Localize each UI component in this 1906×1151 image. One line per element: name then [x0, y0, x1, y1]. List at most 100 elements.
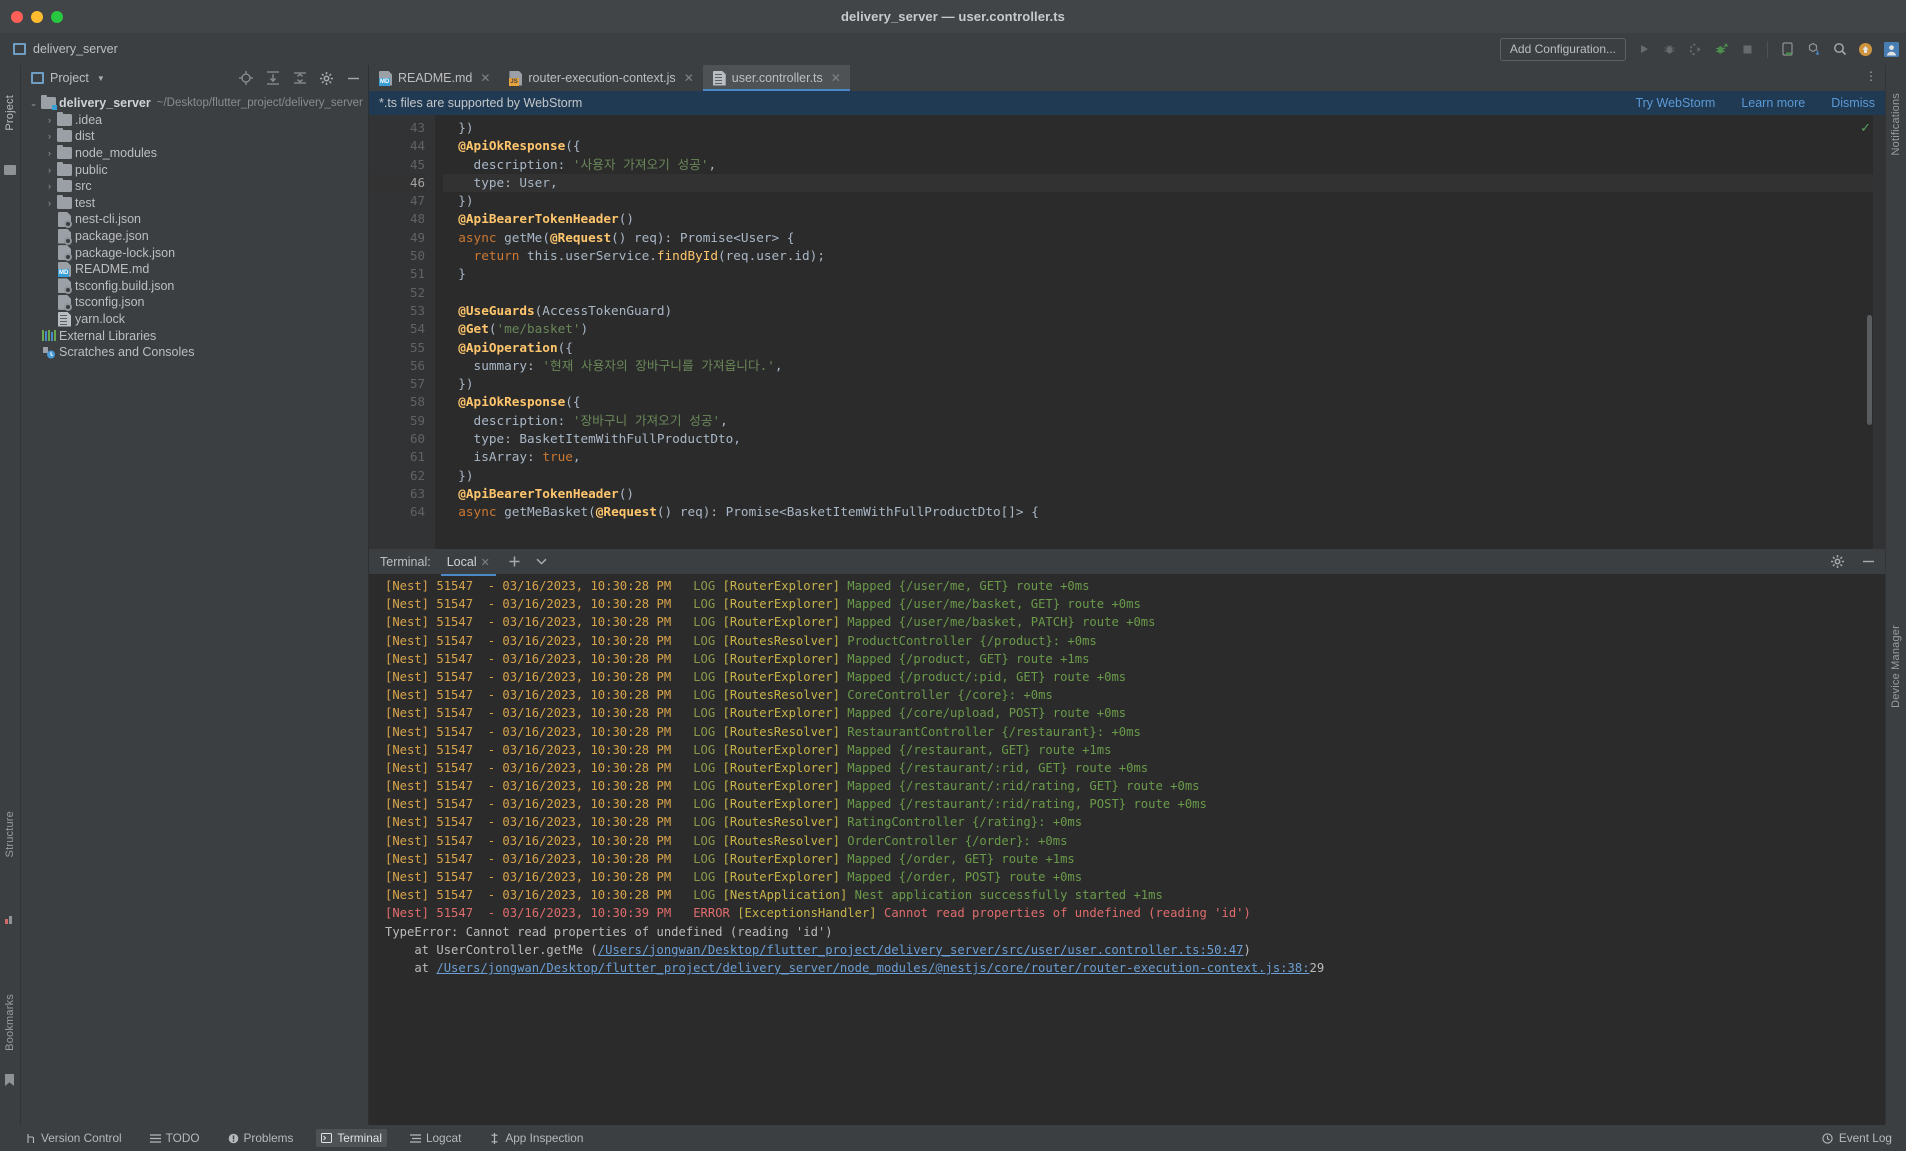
problems-rail-icon[interactable] [5, 914, 18, 925]
add-configuration-button[interactable]: Add Configuration... [1499, 37, 1626, 61]
code-line[interactable]: @ApiOkResponse({ [443, 137, 1885, 155]
code-line[interactable]: } [443, 265, 1885, 283]
inspection-ok-icon[interactable]: ✓ [1860, 120, 1871, 136]
code-line[interactable]: }) [443, 192, 1885, 210]
updates-icon[interactable] [1857, 41, 1874, 58]
code-line[interactable]: async getMe(@Request() req): Promise<Use… [443, 229, 1885, 247]
editor-tab-router-execution-context-js[interactable]: JS router-execution-context.js ✕ [499, 65, 702, 91]
rail-tab-structure[interactable]: Structure [4, 811, 16, 857]
chevron-right-icon[interactable]: › [43, 131, 56, 141]
minimize-icon[interactable] [1860, 553, 1877, 570]
search-everywhere-icon[interactable] [1831, 41, 1848, 58]
status-bar-item-terminal[interactable]: Terminal [316, 1129, 387, 1147]
stack-trace-link[interactable]: /Users/jongwan/Desktop/flutter_project/d… [436, 961, 1309, 975]
code-editor[interactable]: 43 44 45 46 47 48 49 50 51 52 53 54 55 56 57 58 59 60 61 62… [369, 115, 1885, 549]
expand-all-icon[interactable] [264, 70, 281, 87]
tree-item-dist[interactable]: › dist [21, 128, 368, 145]
code-text[interactable]: }) @ApiOkResponse({ description: '사용자 가져… [435, 115, 1885, 549]
gear-icon[interactable] [318, 70, 335, 87]
code-line[interactable]: @ApiOkResponse({ [443, 393, 1885, 411]
project-file-tree[interactable]: ⌄ delivery_server ~/Desktop/flutter_projec… [21, 91, 368, 1125]
rail-tab-project[interactable]: Project [4, 95, 16, 131]
code-line[interactable]: isArray: true, [443, 448, 1885, 466]
run-icon[interactable] [1635, 41, 1652, 58]
tree-item-delivery-server[interactable]: ⌄ delivery_server ~/Desktop/flutter_projec… [21, 95, 368, 112]
close-icon[interactable]: ✕ [831, 71, 841, 85]
locate-icon[interactable] [237, 70, 254, 87]
code-line[interactable]: }) [443, 119, 1885, 137]
account-icon[interactable] [1883, 41, 1900, 58]
editor-marker-bar[interactable] [1873, 115, 1885, 549]
structure-rail-icon[interactable] [4, 165, 17, 176]
collapse-all-icon[interactable] [291, 70, 308, 87]
tab-options-icon[interactable]: ⋮ [1865, 70, 1877, 82]
code-line[interactable]: description: '장바구니 가져오기 성공', [443, 412, 1885, 430]
rail-tab-bookmarks[interactable]: Bookmarks [4, 994, 16, 1051]
code-line[interactable]: type: BasketItemWithFullProductDto, [443, 430, 1885, 448]
breadcrumb-project[interactable]: delivery_server [13, 42, 118, 56]
hide-panel-icon[interactable] [345, 70, 362, 87]
plus-icon[interactable] [506, 553, 523, 570]
tree-item-test[interactable]: › test [21, 194, 368, 212]
terminal-tab-local[interactable]: Local ✕ [440, 551, 496, 576]
code-line[interactable]: async getMeBasket(@Request() req): Promi… [443, 503, 1885, 521]
sdk-manager-icon[interactable] [1805, 41, 1822, 58]
learn-more-link[interactable]: Learn more [1741, 96, 1805, 110]
terminal-output[interactable]: [Nest] 51547 - 03/16/2023, 10:30:28 PM L… [369, 574, 1885, 1125]
tree-item-nest-cli-json[interactable]: nest-cli.json [21, 211, 368, 228]
close-icon[interactable]: ✕ [481, 557, 490, 569]
code-line[interactable]: }) [443, 375, 1885, 393]
close-icon[interactable]: ✕ [480, 71, 490, 85]
try-webstorm-link[interactable]: Try WebStorm [1635, 96, 1715, 110]
tree-item-readme-md[interactable]: MD README.md [21, 261, 368, 278]
stack-trace-link[interactable]: /Users/jongwan/Desktop/flutter_project/d… [598, 943, 1244, 957]
profiler-icon[interactable] [1713, 41, 1730, 58]
rail-tab-device-manager[interactable]: Device Manager [1890, 625, 1902, 708]
status-bar-item-todo[interactable]: TODO [145, 1129, 205, 1147]
gear-icon[interactable] [1829, 553, 1846, 570]
device-manager-icon[interactable] [1779, 41, 1796, 58]
chevron-right-icon[interactable]: › [43, 148, 56, 158]
chevron-down-icon[interactable]: ⌄ [27, 98, 40, 109]
tree-item-public[interactable]: › public [21, 161, 368, 178]
tree-item-package-json[interactable]: package.json [21, 228, 368, 245]
chevron-down-icon[interactable] [533, 553, 550, 570]
code-line[interactable]: }) [443, 467, 1885, 485]
tree-item-idea[interactable]: › .idea [21, 111, 368, 129]
event-log-button[interactable]: Event Log [1822, 1131, 1892, 1145]
tree-item-tsconfig-json[interactable]: tsconfig.json [21, 294, 368, 311]
terminal-stack-link-line[interactable]: at UserController.getMe (/Users/jongwan/… [385, 941, 1885, 959]
editor-tab-user-controller-ts[interactable]: user.controller.ts ✕ [702, 65, 850, 91]
code-line[interactable]: summary: '현재 사용자의 장바구니를 가져옵니다.', [443, 357, 1885, 375]
rail-tab-notifications[interactable]: Notifications [1890, 93, 1902, 156]
debug-icon[interactable] [1661, 41, 1678, 58]
bookmark-rail-icon[interactable] [5, 1074, 18, 1086]
editor-scrollbar[interactable] [1867, 315, 1872, 425]
code-line[interactable]: @ApiOperation({ [443, 339, 1885, 357]
stop-icon[interactable] [1739, 41, 1756, 58]
tree-item-src[interactable]: › src [21, 178, 368, 195]
chevron-right-icon[interactable]: › [43, 115, 56, 125]
status-bar-item-problems[interactable]: Problems [223, 1129, 299, 1147]
code-line[interactable]: type: User, [443, 173, 1885, 193]
editor-tab-readme-md[interactable]: MD README.md ✕ [369, 65, 499, 91]
chevron-right-icon[interactable]: › [43, 181, 56, 191]
code-line[interactable]: @ApiBearerTokenHeader() [443, 210, 1885, 228]
chevron-right-icon[interactable]: › [43, 165, 56, 175]
status-bar-item-version-control[interactable]: Version Control [20, 1129, 127, 1147]
status-bar-item-app-inspection[interactable]: App Inspection [484, 1129, 588, 1147]
code-line[interactable]: @ApiBearerTokenHeader() [443, 485, 1885, 503]
code-line[interactable]: @Get('me/basket') [443, 320, 1885, 338]
terminal-stack-link-line[interactable]: at /Users/jongwan/Desktop/flutter_projec… [385, 959, 1885, 977]
code-line[interactable]: @UseGuards(AccessTokenGuard) [443, 302, 1885, 320]
chevron-right-icon[interactable]: › [43, 198, 56, 208]
close-icon[interactable]: ✕ [684, 71, 694, 85]
dismiss-link[interactable]: Dismiss [1831, 96, 1875, 110]
tree-item-yarn-lock[interactable]: yarn.lock [21, 311, 368, 328]
code-line[interactable] [443, 284, 1885, 302]
tree-item-package-lock-json[interactable]: package-lock.json [21, 244, 368, 262]
tree-item-node-modules[interactable]: › node_modules [21, 145, 368, 162]
run-with-coverage-icon[interactable] [1687, 41, 1704, 58]
code-line[interactable]: return this.userService.findById(req.use… [443, 247, 1885, 265]
chevron-down-icon[interactable]: ▼ [97, 74, 105, 83]
